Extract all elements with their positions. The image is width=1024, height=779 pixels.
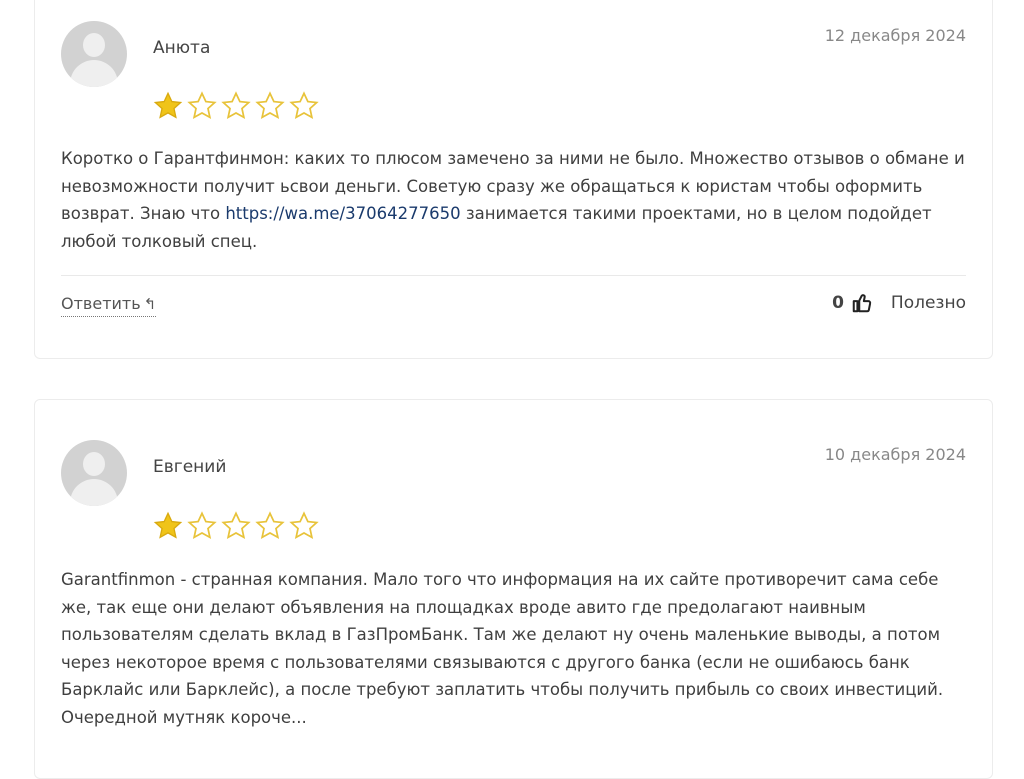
review-text: Коротко о Гарантфинмон: каких то плюсом … <box>61 145 971 255</box>
useful-widget: 0 Полезно <box>832 292 966 314</box>
star-empty-icon <box>289 91 319 120</box>
star-empty-icon <box>187 511 217 540</box>
review-date: 12 декабря 2024 <box>824 26 966 45</box>
star-empty-icon <box>255 511 285 540</box>
useful-count: 0 <box>832 293 844 313</box>
rating-stars <box>152 90 320 122</box>
reply-label: Ответить <box>61 294 141 313</box>
star-empty-icon <box>221 91 251 120</box>
reply-arrow-icon: ↰ <box>143 295 157 313</box>
avatar <box>61 440 127 506</box>
review-date: 10 декабря 2024 <box>824 445 966 464</box>
star-empty-icon <box>187 91 217 120</box>
review-author: Анюта <box>153 38 211 58</box>
star-empty-icon <box>289 511 319 540</box>
review-link[interactable]: https://wa.me/37064277650 <box>225 204 460 223</box>
thumbs-up-icon[interactable] <box>851 292 873 314</box>
review-text: Garantfinmon - странная компания. Мало т… <box>61 570 944 727</box>
star-empty-icon <box>221 511 251 540</box>
star-filled-icon <box>153 91 183 119</box>
avatar <box>61 21 127 87</box>
reply-button[interactable]: Ответить ↰ <box>61 294 157 317</box>
star-empty-icon <box>255 91 285 120</box>
useful-button[interactable]: Полезно <box>891 293 966 313</box>
rating-stars <box>152 510 320 542</box>
review-card: Анюта 12 декабря 2024 Коротко о Гарантфи… <box>34 0 993 359</box>
review-card: Евгений 10 декабря 2024 Garantfinmon - с… <box>34 399 993 779</box>
review-author: Евгений <box>153 457 227 477</box>
divider <box>61 275 966 276</box>
star-filled-icon <box>153 511 183 539</box>
